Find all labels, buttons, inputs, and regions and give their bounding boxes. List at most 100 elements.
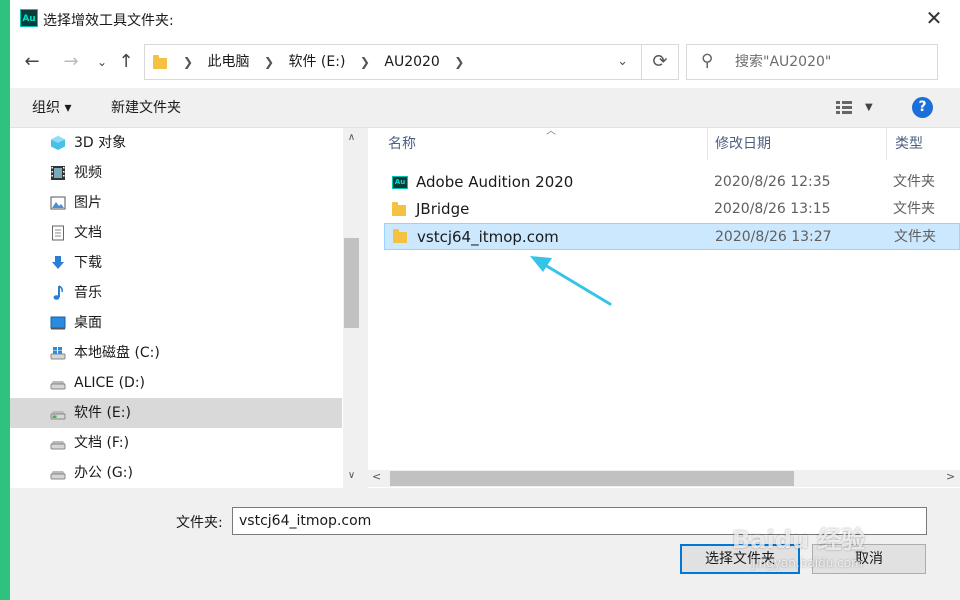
forward-arrow-icon[interactable]: → xyxy=(59,48,83,76)
select-folder-dialog: Au 选择增效工具文件夹: ✕ ← → ⌄ ↑ ❯ 此电脑 ❯ 软件 (E:) … xyxy=(10,0,960,600)
navigation-bar: ← → ⌄ ↑ ❯ 此电脑 ❯ 软件 (E:) ❯ AU2020 ❯ ⌄ ⟳ ⚲… xyxy=(10,38,960,88)
breadcrumb-item-au2020[interactable]: AU2020 xyxy=(384,54,439,70)
folder-field-label: 文件夹: xyxy=(176,515,223,531)
folder-icon xyxy=(392,202,406,216)
sidebar-item-label: 软件 (E:) xyxy=(74,405,131,421)
sidebar-item-label: 办公 (G:) xyxy=(74,465,133,481)
breadcrumb-item-drive-e[interactable]: 软件 (E:) xyxy=(288,54,345,70)
column-divider[interactable] xyxy=(886,128,887,160)
download-icon xyxy=(52,256,64,269)
file-type: 文件夹 xyxy=(894,229,936,245)
music-icon xyxy=(53,285,63,300)
column-divider[interactable] xyxy=(707,128,708,160)
breadcrumb-item-this-pc[interactable]: 此电脑 xyxy=(208,54,250,70)
column-header-name[interactable]: 名称 xyxy=(388,128,416,160)
sidebar-item-label: 视频 xyxy=(74,165,102,181)
sidebar-item-drive-e[interactable]: 软件 (E:) xyxy=(10,398,342,428)
windows-drive-icon xyxy=(50,347,66,360)
back-arrow-icon[interactable]: ← xyxy=(20,48,44,76)
sidebar-item-label: 桌面 xyxy=(74,315,102,331)
sidebar-item-label: 本地磁盘 (C:) xyxy=(74,345,160,361)
sidebar-item-3d-objects[interactable]: 3D 对象 xyxy=(10,128,342,158)
sidebar-item-drive-d[interactable]: ALICE (D:) xyxy=(10,368,342,398)
breadcrumb: ❯ 此电脑 ❯ 软件 (E:) ❯ AU2020 ❯ xyxy=(173,45,474,79)
scrollbar-thumb[interactable] xyxy=(344,238,359,328)
sidebar-item-label: 3D 对象 xyxy=(74,135,127,151)
up-arrow-icon[interactable]: ↑ xyxy=(114,48,138,76)
pictures-icon xyxy=(50,196,66,210)
sort-ascending-chevron-icon: ︿ xyxy=(546,126,556,137)
drive-icon xyxy=(50,411,66,420)
file-date: 2020/8/26 13:27 xyxy=(715,229,832,245)
desktop-icon xyxy=(50,316,66,330)
address-dropdown-chevron-icon[interactable]: ⌄ xyxy=(617,45,628,79)
file-row-jbridge[interactable]: JBridge 2020/8/26 13:15 文件夹 xyxy=(384,196,960,223)
scroll-right-chevron-icon[interactable]: > xyxy=(946,470,955,483)
search-placeholder: 搜索"AU2020" xyxy=(735,54,832,70)
breadcrumb-separator-icon: ❯ xyxy=(454,55,465,69)
file-type: 文件夹 xyxy=(893,174,935,190)
sidebar-vertical-scrollbar[interactable]: ∧ ∨ xyxy=(343,128,360,488)
sidebar-item-label: 下载 xyxy=(74,255,102,271)
organize-menu-button[interactable]: 组织 ▾ xyxy=(32,88,71,128)
file-name: vstcj64_itmop.com xyxy=(417,228,559,246)
file-name: Adobe Audition 2020 xyxy=(416,173,574,191)
address-bar[interactable]: ❯ 此电脑 ❯ 软件 (E:) ❯ AU2020 ❯ ⌄ ⟳ xyxy=(144,44,679,80)
sidebar-item-music[interactable]: 音乐 xyxy=(10,278,342,308)
video-icon xyxy=(51,166,65,180)
sidebar-item-download[interactable]: 下载 xyxy=(10,248,342,278)
watermark-logo: Baidu 经验 xyxy=(732,526,866,554)
dialog-title: 选择增效工具文件夹: xyxy=(43,13,174,29)
scroll-up-chevron-icon[interactable]: ∧ xyxy=(343,132,360,143)
sidebar-item-pictures[interactable]: 图片 xyxy=(10,188,342,218)
file-row-adobe-audition-2020[interactable]: Au Adobe Audition 2020 2020/8/26 12:35 文… xyxy=(384,169,960,196)
drive-icon xyxy=(50,381,66,390)
scroll-down-chevron-icon[interactable]: ∨ xyxy=(343,470,360,481)
recent-locations-chevron-icon[interactable]: ⌄ xyxy=(90,48,114,76)
close-icon[interactable]: ✕ xyxy=(922,6,946,30)
watermark-url: jingyan.baidu.com xyxy=(752,556,863,570)
sidebar-item-label: 音乐 xyxy=(74,285,102,301)
search-icon: ⚲ xyxy=(701,51,714,71)
folder-icon xyxy=(153,55,167,69)
audition-folder-icon: Au xyxy=(392,176,408,189)
sidebar-item-label: 文档 xyxy=(74,225,102,241)
navigation-pane: 3D 对象 视频 图片 文档 下载 音乐 桌面 本地磁盘 (C:) ALICE … xyxy=(10,128,360,488)
breadcrumb-separator-icon: ❯ xyxy=(263,55,275,69)
drive-icon xyxy=(50,471,66,480)
column-header-date[interactable]: 修改日期 xyxy=(715,128,771,160)
view-options-icon[interactable] xyxy=(836,101,852,115)
sidebar-item-label: 图片 xyxy=(74,195,102,211)
sidebar-item-drive-c[interactable]: 本地磁盘 (C:) xyxy=(10,338,342,368)
file-date: 2020/8/26 13:15 xyxy=(714,201,831,217)
audition-app-icon: Au xyxy=(20,9,38,27)
toolbar: 组织 ▾ 新建文件夹 ▼ ? xyxy=(10,88,960,128)
scrollbar-thumb[interactable] xyxy=(390,471,794,486)
file-list-horizontal-scrollbar[interactable]: < > xyxy=(368,470,960,487)
drive-icon xyxy=(50,441,66,450)
view-dropdown-chevron-icon[interactable]: ▼ xyxy=(865,88,873,128)
sidebar-item-documents[interactable]: 文档 xyxy=(10,218,342,248)
file-row-vstcj64-itmop[interactable]: vstcj64_itmop.com 2020/8/26 13:27 文件夹 xyxy=(384,223,960,250)
folder-icon xyxy=(393,229,407,243)
sidebar-item-label: 文档 (F:) xyxy=(74,435,130,451)
refresh-icon[interactable]: ⟳ xyxy=(641,45,678,79)
file-date: 2020/8/26 12:35 xyxy=(714,174,831,190)
breadcrumb-separator-icon: ❯ xyxy=(359,55,370,69)
documents-icon xyxy=(52,225,64,241)
sidebar-item-drive-f[interactable]: 文档 (F:) xyxy=(10,428,342,458)
sidebar-item-drive-g[interactable]: 办公 (G:) xyxy=(10,458,342,488)
scroll-left-chevron-icon[interactable]: < xyxy=(372,470,381,483)
file-list-pane: ︿ 名称 修改日期 类型 Au Adobe Audition 2020 2020… xyxy=(368,126,960,488)
3d-objects-icon xyxy=(51,136,65,150)
help-icon[interactable]: ? xyxy=(912,97,933,118)
new-folder-button[interactable]: 新建文件夹 xyxy=(111,88,181,128)
column-header-type[interactable]: 类型 xyxy=(895,128,923,160)
breadcrumb-separator-icon: ❯ xyxy=(183,55,194,69)
title-bar: Au 选择增效工具文件夹: ✕ xyxy=(10,0,960,38)
sidebar-item-desktop[interactable]: 桌面 xyxy=(10,308,342,338)
sidebar-item-label: ALICE (D:) xyxy=(74,375,145,391)
file-name: JBridge xyxy=(416,200,470,218)
sidebar-item-video[interactable]: 视频 xyxy=(10,158,342,188)
search-box[interactable]: ⚲ 搜索"AU2020" xyxy=(686,44,938,80)
